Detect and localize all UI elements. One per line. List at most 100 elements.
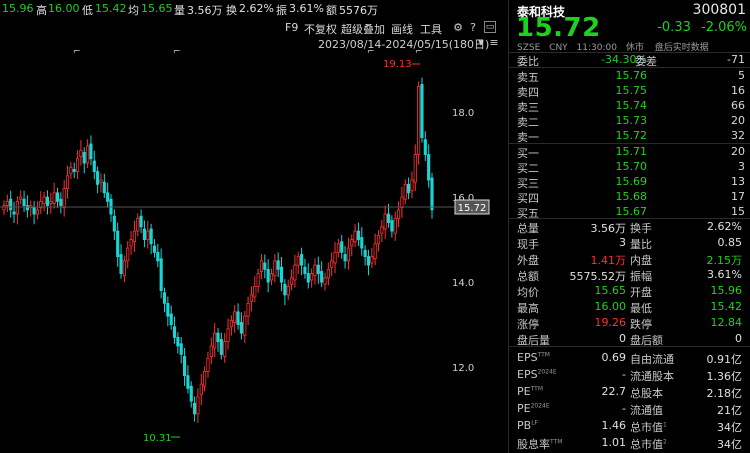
stat-value: 15.65 <box>594 284 627 297</box>
candle-body <box>79 149 83 158</box>
fin-label: 总股本 <box>630 385 663 401</box>
bid-row[interactable]: 买五 15.67 15 <box>509 205 750 220</box>
fin-zyltz: 自由流通 0.91亿 <box>630 351 742 366</box>
stat-value: 5575.52万 <box>569 270 627 283</box>
ask-row[interactable]: 卖一 15.72 32 <box>509 129 750 144</box>
candle-body <box>106 192 110 202</box>
bid-row[interactable]: 买三 15.69 13 <box>509 175 750 190</box>
level-label: 卖二 <box>517 116 539 129</box>
high-label: 高 <box>36 4 47 17</box>
level-price: 15.67 <box>615 205 648 218</box>
fin-zsz2: 总市值2 34亿 <box>630 436 742 451</box>
fin-label: PBLF <box>517 419 538 432</box>
amount-label: 额 <box>326 4 337 17</box>
candle-body <box>199 383 203 396</box>
range-dropdown-icon[interactable]: ▾ <box>474 36 488 50</box>
open-value: 15.96 <box>2 2 34 15</box>
divider <box>509 346 750 347</box>
stat-value: 19.26 <box>594 316 627 329</box>
help-icon[interactable]: ? <box>466 21 480 35</box>
ask-row[interactable]: 卖二 15.73 20 <box>509 114 750 129</box>
ask-row[interactable]: 卖四 15.75 16 <box>509 84 750 99</box>
bid-row[interactable]: 买四 15.68 17 <box>509 190 750 205</box>
bid-row[interactable]: 买一 15.71 20 <box>509 145 750 160</box>
fin-label-sup: 1 <box>663 421 667 429</box>
level-price: 15.75 <box>615 84 648 97</box>
candle-body <box>49 200 53 204</box>
fin-eps_ttm: EPSTTM 0.69 <box>517 351 626 365</box>
level-volume: 5 <box>738 69 745 82</box>
candle-body <box>236 311 240 326</box>
fin-value: 1.01 <box>601 436 627 449</box>
candle-body <box>116 230 120 258</box>
level-price: 15.73 <box>615 114 648 127</box>
candle-body <box>386 213 391 223</box>
fin-label-sup: 2 <box>663 438 667 446</box>
candle-body <box>62 188 66 209</box>
candle-body <box>350 239 354 247</box>
level-price: 15.74 <box>615 99 648 112</box>
divider <box>509 143 750 144</box>
fin-label-text: 总市值 <box>630 438 663 451</box>
candle-body <box>323 277 327 285</box>
candle-body <box>166 302 170 317</box>
bid-row[interactable]: 买二 15.70 3 <box>509 160 750 175</box>
candle-body <box>96 171 100 185</box>
candle-body <box>259 260 264 272</box>
quote-summary-row: 15.96 高 16.00 低 15.42 均 15.65 量 3.56万 换 … <box>0 2 508 18</box>
stat-value: 12.84 <box>710 316 743 329</box>
level-price: 15.68 <box>615 190 648 203</box>
candle-body <box>126 247 130 262</box>
level-label: 买二 <box>517 162 539 175</box>
fin-pe_ttm: PETTM 22.7 <box>517 385 626 399</box>
fin-zgb: 总股本 2.18亿 <box>630 385 742 401</box>
price-tick-label: 14.0 <box>452 278 474 289</box>
settings-icon[interactable]: ⚙ <box>451 21 465 35</box>
ask-row[interactable]: 卖五 15.76 5 <box>509 69 750 84</box>
kline-chart[interactable]: 18.0 16.0 14.0 12.0 15.72 19.13 10.31 ⌐ ⌐ ⌐… <box>0 50 490 453</box>
fin-value: 22.7 <box>601 385 627 398</box>
candle-body <box>122 260 126 277</box>
menu-draw-line[interactable]: 画线 <box>391 21 413 37</box>
candle-body <box>249 294 254 302</box>
fin-label: PETTM <box>517 385 543 398</box>
price-tick-label: 12.0 <box>452 363 474 374</box>
stat-label: 现手 <box>517 238 539 251</box>
price-change: -0.33 -2.06% <box>657 20 747 35</box>
candle-body <box>59 198 63 206</box>
candle-body <box>92 160 96 172</box>
level-label: 买四 <box>517 192 539 205</box>
quote-panel: 泰和科技 300801 15.72 -0.33 -2.06% SZSE CNY … <box>508 0 750 453</box>
screen-icon[interactable]: ▭ <box>484 21 496 33</box>
candle-body <box>129 239 133 247</box>
candle-body <box>52 192 56 204</box>
candle-body <box>216 332 220 343</box>
price-tick-label: 18.0 <box>452 108 474 119</box>
candle-body <box>206 358 210 372</box>
candle-body <box>69 166 73 175</box>
menu-no-adjust[interactable]: 不复权 <box>304 21 337 37</box>
candle-body <box>136 217 140 232</box>
candle-body <box>65 175 70 189</box>
fin-gxl: 股息率TTM 1.01 <box>517 436 627 451</box>
candle-body <box>12 211 16 215</box>
candle-body <box>25 205 29 211</box>
ask-row[interactable]: 卖三 15.74 66 <box>509 99 750 114</box>
candles <box>2 77 434 423</box>
fin-label-text: PE <box>517 402 531 415</box>
stat-value: 3.61% <box>707 268 742 281</box>
stat-label: 外盘 <box>517 254 539 267</box>
fin-label-text: 自由流通 <box>630 353 674 366</box>
stat-label: 开盘 <box>630 286 652 299</box>
turnover-label: 换 <box>226 4 237 17</box>
collapse-icon[interactable]: ≡ <box>487 36 501 50</box>
menu-f9[interactable]: F9 <box>285 21 298 34</box>
menu-super-overlay[interactable]: 超级叠加 <box>341 21 385 37</box>
candle-body <box>35 209 40 215</box>
candle-body <box>132 230 136 243</box>
candle-body <box>75 158 80 172</box>
stat-value: 15.42 <box>710 300 743 313</box>
stat-value: 2.62% <box>707 220 742 233</box>
menu-tools[interactable]: 工具 <box>420 21 442 37</box>
candle-body <box>269 273 274 281</box>
